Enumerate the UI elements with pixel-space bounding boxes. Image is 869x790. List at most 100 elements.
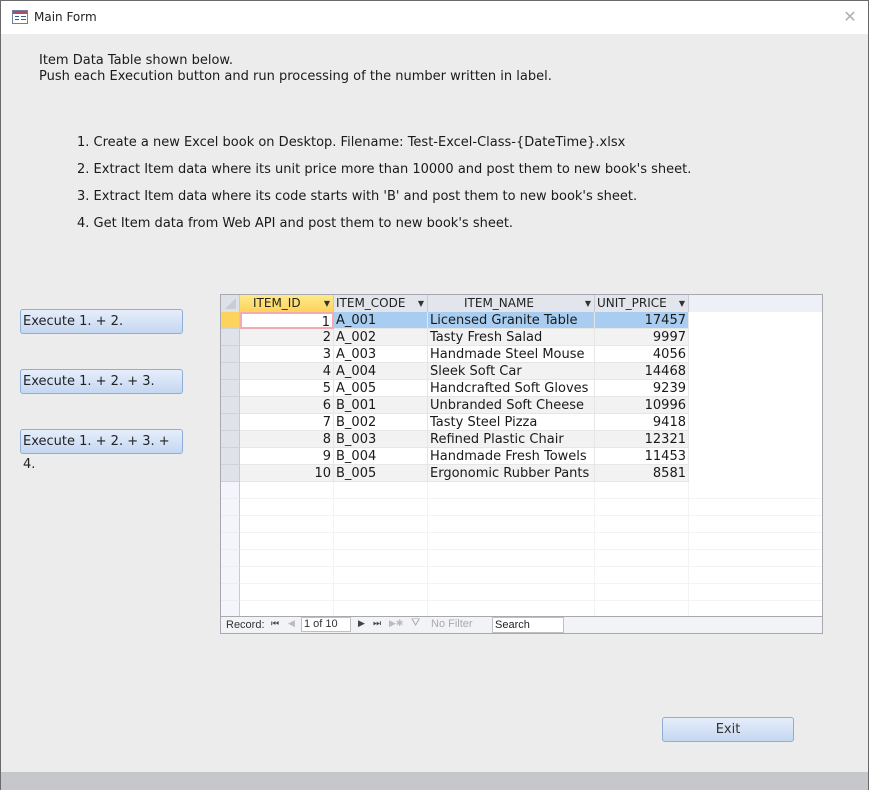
cell-id[interactable]: 3 <box>240 346 334 363</box>
column-header-item-name[interactable]: ITEM_NAME ▼ <box>428 295 595 312</box>
cell-code[interactable]: A_004 <box>334 363 428 380</box>
cell-id[interactable]: 10 <box>240 465 334 482</box>
cell-price[interactable]: 14468 <box>595 363 689 380</box>
empty-cell <box>240 482 334 499</box>
row-selector[interactable] <box>221 380 240 397</box>
row-selector[interactable] <box>221 312 240 329</box>
cell-price[interactable]: 17457 <box>595 312 689 329</box>
empty-row-selector <box>221 584 240 601</box>
execute-1-2-3-button[interactable]: Execute 1. + 2. + 3. <box>20 369 183 394</box>
cell-id[interactable]: 4 <box>240 363 334 380</box>
cell-price[interactable]: 4056 <box>595 346 689 363</box>
cell-price[interactable]: 12321 <box>595 431 689 448</box>
cell-name[interactable]: Tasty Fresh Salad <box>428 329 595 346</box>
record-navigator: Record: ⏮ ◀ 1 of 10 ▶ ⏭ ▶✱ ⛛ No Filter S… <box>221 616 822 633</box>
cell-code[interactable]: A_001 <box>334 312 428 329</box>
cell-id[interactable]: 8 <box>240 431 334 448</box>
last-record-icon[interactable]: ⏭ <box>373 618 381 629</box>
no-filter-button[interactable]: No Filter <box>431 618 473 630</box>
cell-code[interactable]: B_001 <box>334 397 428 414</box>
empty-cell <box>689 533 822 550</box>
column-header-unit-price[interactable]: UNIT_PRICE ▼ <box>595 295 689 312</box>
cell-name[interactable]: Handcrafted Soft Gloves <box>428 380 595 397</box>
row-selector[interactable] <box>221 329 240 346</box>
exit-button[interactable]: Exit <box>662 717 794 742</box>
cell-id[interactable]: 7 <box>240 414 334 431</box>
cell-name[interactable]: Ergonomic Rubber Pants <box>428 465 595 482</box>
column-header-item-id[interactable]: ITEM_ID ▼ <box>240 295 334 312</box>
main-form-window: Main Form ✕ Item Data Table shown below.… <box>0 0 869 790</box>
search-input[interactable]: Search <box>492 617 564 633</box>
cell-code[interactable]: A_003 <box>334 346 428 363</box>
cell-code[interactable]: A_002 <box>334 329 428 346</box>
cell-code[interactable]: B_005 <box>334 465 428 482</box>
empty-cell <box>334 499 428 516</box>
cell-id[interactable]: 5 <box>240 380 334 397</box>
sort-dropdown-icon[interactable]: ▼ <box>418 295 424 312</box>
cell-price[interactable]: 9997 <box>595 329 689 346</box>
step-1: 1. Create a new Excel book on Desktop. F… <box>77 135 626 150</box>
empty-cell <box>428 584 595 601</box>
empty-cell <box>334 550 428 567</box>
record-label: Record: <box>226 619 265 631</box>
cell-price[interactable]: 8581 <box>595 465 689 482</box>
empty-cell <box>689 516 822 533</box>
empty-cell <box>428 533 595 550</box>
empty-cell <box>689 550 822 567</box>
cell-code[interactable]: B_004 <box>334 448 428 465</box>
row-selector[interactable] <box>221 465 240 482</box>
empty-cell <box>595 482 689 499</box>
cell-price[interactable]: 9239 <box>595 380 689 397</box>
window-title: Main Form <box>34 10 97 24</box>
select-all-corner[interactable] <box>221 295 240 312</box>
empty-cell <box>240 584 334 601</box>
cell-name[interactable]: Licensed Granite Table <box>428 312 595 329</box>
new-record-icon[interactable]: ▶✱ <box>389 618 403 629</box>
empty-cell <box>689 499 822 516</box>
row-selector[interactable] <box>221 346 240 363</box>
cell-name[interactable]: Tasty Steel Pizza <box>428 414 595 431</box>
no-filter-icon[interactable]: ⛛ <box>411 617 420 630</box>
steps-list: 1. Create a new Excel book on Desktop. F… <box>77 135 691 243</box>
row-selector[interactable] <box>221 431 240 448</box>
empty-row-selector <box>221 499 240 516</box>
column-header-item-code[interactable]: ITEM_CODE ▼ <box>334 295 428 312</box>
cell-id[interactable]: 1 <box>240 312 334 329</box>
cell-code[interactable]: A_005 <box>334 380 428 397</box>
cell-name[interactable]: Unbranded Soft Cheese <box>428 397 595 414</box>
empty-cell <box>428 482 595 499</box>
row-selector[interactable] <box>221 414 240 431</box>
first-record-icon[interactable]: ⏮ <box>271 618 279 629</box>
cell-name[interactable]: Handmade Steel Mouse <box>428 346 595 363</box>
cell-id[interactable]: 6 <box>240 397 334 414</box>
empty-cell <box>595 584 689 601</box>
sort-dropdown-icon[interactable]: ▼ <box>324 295 330 312</box>
current-record-field[interactable]: 1 of 10 <box>301 617 351 632</box>
row-selector[interactable] <box>221 448 240 465</box>
close-icon[interactable]: ✕ <box>840 7 860 27</box>
cell-name[interactable]: Refined Plastic Chair <box>428 431 595 448</box>
execute-1-2-button[interactable]: Execute 1. + 2. <box>20 309 183 334</box>
sort-dropdown-icon[interactable]: ▼ <box>679 295 685 312</box>
row-selector[interactable] <box>221 363 240 380</box>
execute-1-2-3-4-button[interactable]: Execute 1. + 2. + 3. + 4. <box>20 429 183 472</box>
cell-price[interactable]: 10996 <box>595 397 689 414</box>
empty-cell <box>334 482 428 499</box>
sort-dropdown-icon[interactable]: ▼ <box>585 295 591 312</box>
cell-price[interactable]: 11453 <box>595 448 689 465</box>
cell-id[interactable]: 9 <box>240 448 334 465</box>
item-datasheet[interactable]: ITEM_ID ▼ ITEM_CODE ▼ ITEM_NAME ▼ UNIT_PRIC… <box>220 294 823 634</box>
cell-id[interactable]: 2 <box>240 329 334 346</box>
empty-cell <box>240 550 334 567</box>
cell-name[interactable]: Sleek Soft Car <box>428 363 595 380</box>
next-record-icon[interactable]: ▶ <box>358 618 365 629</box>
cell-code[interactable]: B_003 <box>334 431 428 448</box>
empty-cell <box>428 567 595 584</box>
previous-record-icon[interactable]: ◀ <box>288 618 295 629</box>
row-selector[interactable] <box>221 397 240 414</box>
empty-cell <box>428 516 595 533</box>
cell-name[interactable]: Handmade Fresh Towels <box>428 448 595 465</box>
cell-price[interactable]: 9418 <box>595 414 689 431</box>
cell-code[interactable]: B_002 <box>334 414 428 431</box>
intro-text: Item Data Table shown below. Push each E… <box>39 53 552 85</box>
